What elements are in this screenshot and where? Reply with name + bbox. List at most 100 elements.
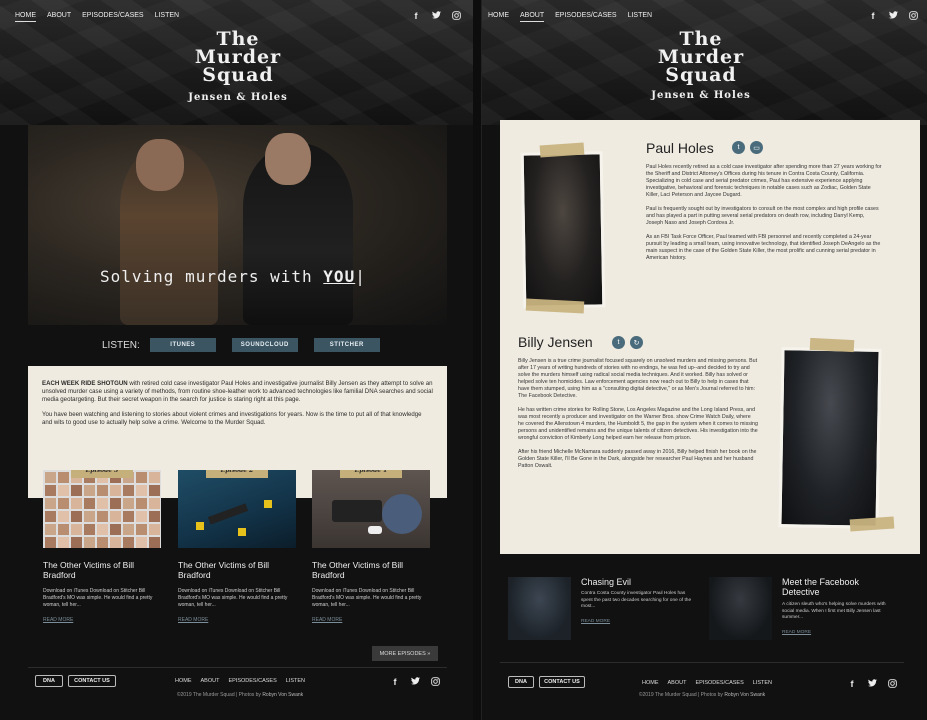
instagram-icon[interactable] — [451, 11, 461, 22]
episode-tag: Episode 1 — [340, 470, 402, 478]
twitter-icon[interactable] — [888, 11, 898, 22]
headline-text: Solving murders with — [100, 267, 324, 286]
read-more-link[interactable]: READ MORE — [43, 617, 161, 623]
victim-photo — [45, 537, 56, 548]
episode-card[interactable]: Episode 1 The Other Victims of Bill Brad… — [312, 470, 430, 623]
hero-headline: Solving murders with YOU| — [100, 267, 366, 286]
contact-us-button[interactable]: CONTACT US — [539, 676, 585, 688]
victim-photo — [45, 485, 56, 496]
episode-title[interactable]: The Other Victims of Bill Bradford — [312, 560, 430, 580]
footer-nav-episodes[interactable]: EPISODES/CASES — [228, 678, 276, 684]
nav-home[interactable]: HOME — [488, 12, 509, 22]
press-card-image[interactable] — [709, 577, 772, 640]
footer-nav-listen[interactable]: LISTEN — [753, 680, 772, 686]
nav-episodes[interactable]: EPISODES/CASES — [82, 12, 143, 22]
instagram-icon[interactable] — [887, 679, 897, 690]
press-card-image[interactable] — [508, 577, 571, 640]
footer-nav-episodes[interactable]: EPISODES/CASES — [695, 680, 743, 686]
press-card-title[interactable]: Chasing Evil — [581, 577, 631, 587]
victim-photo — [97, 524, 108, 535]
intro-paragraph-2: You have been watching and listening to … — [42, 411, 422, 426]
glove-shape — [368, 526, 382, 534]
more-episodes-button[interactable]: MORE EPISODES » — [372, 646, 438, 661]
footer-nav-home[interactable]: HOME — [175, 678, 192, 684]
facebook-icon[interactable]: f — [868, 11, 878, 22]
episode-thumbnail[interactable]: Episode 2 — [178, 470, 296, 548]
victim-photo — [136, 537, 147, 548]
nav-about[interactable]: ABOUT — [47, 12, 71, 22]
twitter-icon[interactable] — [410, 677, 420, 688]
victim-photo — [58, 511, 69, 522]
read-more-link[interactable]: READ MORE — [581, 619, 610, 624]
footer-nav-home[interactable]: HOME — [642, 680, 659, 686]
logo-line-3: Squad — [665, 64, 737, 86]
episode-card[interactable]: Episode 3 The Other Victims of Bill Brad… — [43, 470, 161, 623]
footer-divider — [28, 667, 447, 668]
bio-section: Paul Holes t ▭ Paul Holes recently retir… — [500, 120, 920, 554]
victim-photo — [71, 524, 82, 535]
read-more-link[interactable]: READ MORE — [312, 617, 430, 623]
twitter-icon[interactable] — [431, 11, 441, 22]
website-icon[interactable]: ↻ — [630, 336, 643, 349]
victim-photo — [123, 498, 134, 509]
victim-photo — [149, 498, 160, 509]
twitter-icon[interactable] — [867, 679, 877, 690]
tape-decoration — [809, 337, 855, 353]
evidence-marker — [196, 522, 204, 530]
home-page: HOME ABOUT EPISODES/CASES LISTEN f The M… — [0, 0, 473, 720]
footer-nav-about[interactable]: ABOUT — [668, 680, 687, 686]
site-logo[interactable]: The Murder Squad Jensen & Holes — [183, 30, 293, 104]
nav-about[interactable]: ABOUT — [520, 12, 545, 22]
stitcher-button[interactable]: STITCHER — [313, 338, 380, 352]
read-more-link[interactable]: READ MORE — [178, 617, 296, 623]
episode-card[interactable]: Episode 2 The Other Victims of Bill Brad… — [178, 470, 296, 623]
facebook-icon[interactable]: f — [411, 11, 421, 22]
victim-photo — [136, 524, 147, 535]
episode-title[interactable]: The Other Victims of Bill Bradford — [178, 560, 296, 580]
victim-photo — [84, 511, 95, 522]
victim-photo — [58, 472, 69, 483]
copyright: ©2019 The Murder Squad | Photos by Robyn… — [120, 692, 360, 698]
photographer-credit[interactable]: Robyn Von Swank — [262, 692, 303, 698]
main-nav: HOME ABOUT EPISODES/CASES LISTEN — [15, 12, 179, 22]
nav-listen[interactable]: LISTEN — [628, 12, 653, 22]
victim-photo — [71, 485, 82, 496]
victim-photo — [149, 524, 160, 535]
victims-photo-grid — [45, 472, 160, 548]
victim-photo — [110, 498, 121, 509]
footer-nav-about[interactable]: ABOUT — [201, 678, 220, 684]
site-logo[interactable]: The Murder Squad Jensen & Holes — [646, 30, 756, 102]
nav-episodes[interactable]: EPISODES/CASES — [555, 12, 616, 22]
victim-photo — [97, 537, 108, 548]
copyright-text: ©2019 The Murder Squad | Photos by — [638, 692, 725, 698]
press-card-title[interactable]: Meet the Facebook Detective — [782, 577, 882, 597]
instagram-icon[interactable] — [908, 11, 918, 22]
facebook-icon[interactable]: f — [390, 677, 400, 688]
itunes-button[interactable]: ITUNES — [149, 338, 216, 352]
twitter-icon[interactable]: t — [732, 141, 745, 154]
dna-button[interactable]: DNA — [35, 675, 63, 687]
logo-line-3: Squad — [202, 64, 274, 86]
contact-us-button[interactable]: CONTACT US — [68, 675, 116, 687]
nav-home[interactable]: HOME — [15, 12, 36, 22]
imdb-icon[interactable]: ▭ — [750, 141, 763, 154]
soundcloud-button[interactable]: SOUNDCLOUD — [231, 338, 298, 352]
episode-tag: Episode 2 — [206, 470, 268, 478]
episode-title[interactable]: The Other Victims of Bill Bradford — [43, 560, 161, 580]
dna-button[interactable]: DNA — [508, 676, 534, 688]
photographer-credit[interactable]: Robyn Von Swank — [724, 692, 765, 698]
investigator-shape — [382, 494, 422, 534]
read-more-link[interactable]: READ MORE — [782, 630, 811, 635]
facebook-icon[interactable]: f — [847, 679, 857, 690]
twitter-icon[interactable]: t — [612, 336, 625, 349]
footer-nav-listen[interactable]: LISTEN — [286, 678, 305, 684]
social-links: f — [411, 11, 461, 22]
instagram-icon[interactable] — [430, 677, 440, 688]
nav-listen[interactable]: LISTEN — [155, 12, 180, 22]
episode-thumbnail[interactable]: Episode 3 — [43, 470, 161, 548]
footer-nav: HOME ABOUT EPISODES/CASES LISTEN — [175, 678, 305, 684]
copyright-text: ©2019 The Murder Squad | Photos by — [176, 692, 263, 698]
bio-paragraph: Billy Jensen is a true crime journalist … — [518, 358, 758, 399]
victim-photo — [149, 472, 160, 483]
episode-thumbnail[interactable]: Episode 1 — [312, 470, 430, 548]
